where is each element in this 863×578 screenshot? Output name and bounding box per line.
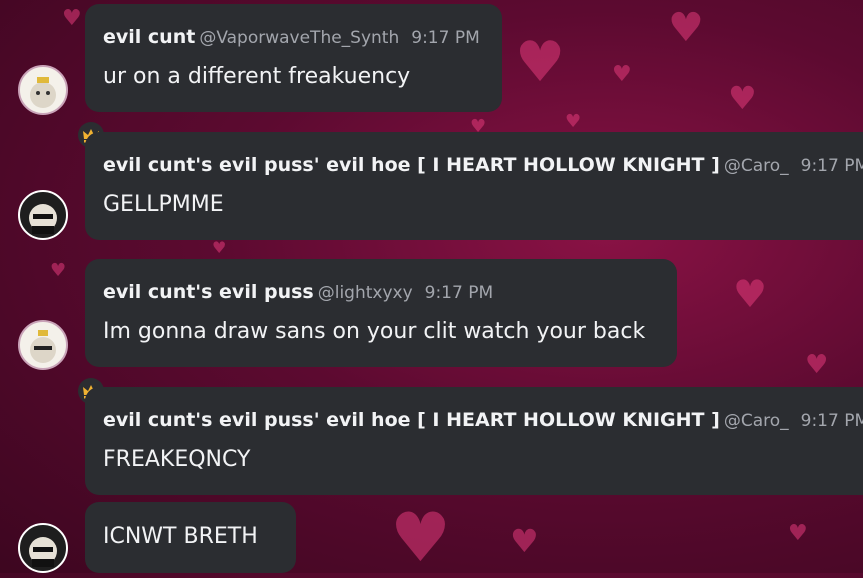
message-bubble[interactable]: ICNWT BRETH [85, 502, 296, 573]
heart-icon: ♥ [805, 350, 829, 380]
avatar[interactable] [18, 320, 68, 370]
user-handle: @lightxyxy [317, 283, 413, 303]
timestamp: 9:17 PM [800, 411, 863, 431]
heart-icon: ♥ [733, 272, 768, 316]
timestamp: 9:17 PM [411, 28, 480, 48]
message-header: evil cunt's evil puss @lightxyxy 9:17 PM [103, 281, 493, 303]
heart-icon: ♥ [788, 521, 808, 546]
message-text: GELLPMME [103, 192, 224, 217]
heart-icon: ♥ [212, 238, 227, 257]
message-bubble[interactable]: evil cunt @VaporwaveThe_Synth 9:17 PM ur o… [85, 4, 502, 112]
username[interactable]: evil cunt's evil puss' evil hoe [ I HEAR… [103, 154, 720, 176]
heart-icon: ♥ [62, 6, 82, 31]
username[interactable]: evil cunt's evil puss [103, 281, 314, 303]
avatar[interactable] [18, 65, 68, 115]
avatar[interactable] [18, 190, 68, 240]
message-header: evil cunt @VaporwaveThe_Synth 9:17 PM [103, 26, 480, 48]
message-text: ICNWT BRETH [103, 524, 258, 549]
message-bubble[interactable]: evil cunt's evil puss @lightxyxy 9:17 PM I… [85, 259, 677, 367]
heart-icon: ♥ [510, 522, 539, 560]
heart-icon: ♥ [728, 79, 757, 117]
user-handle: @Caro_ [723, 156, 789, 176]
username[interactable]: evil cunt's evil puss' evil hoe [ I HEAR… [103, 409, 720, 431]
heart-icon: ♥ [515, 30, 566, 95]
message-text: ur on a different freakuency [103, 64, 411, 89]
message-text: Im gonna draw sans on your clit watch yo… [103, 319, 646, 344]
message-header: evil cunt's evil puss' evil hoe [ I HEAR… [103, 154, 863, 176]
message-text: FREAKEQNCY [103, 447, 251, 472]
user-handle: @Caro_ [723, 411, 789, 431]
avatar[interactable] [18, 523, 68, 573]
heart-icon: ♥ [668, 5, 704, 51]
message-header: evil cunt's evil puss' evil hoe [ I HEAR… [103, 409, 863, 431]
message-bubble[interactable]: evil cunt's evil puss' evil hoe [ I HEAR… [85, 387, 863, 495]
username[interactable]: evil cunt [103, 26, 195, 48]
heart-icon: ♥ [612, 62, 632, 87]
heart-icon: ♥ [390, 499, 451, 578]
timestamp: 9:17 PM [800, 156, 863, 176]
message-bubble[interactable]: evil cunt's evil puss' evil hoe [ I HEAR… [85, 132, 863, 240]
user-handle: @VaporwaveThe_Synth [199, 28, 400, 48]
heart-icon: ♥ [565, 111, 582, 132]
heart-icon: ♥ [50, 260, 67, 281]
timestamp: 9:17 PM [424, 283, 494, 303]
